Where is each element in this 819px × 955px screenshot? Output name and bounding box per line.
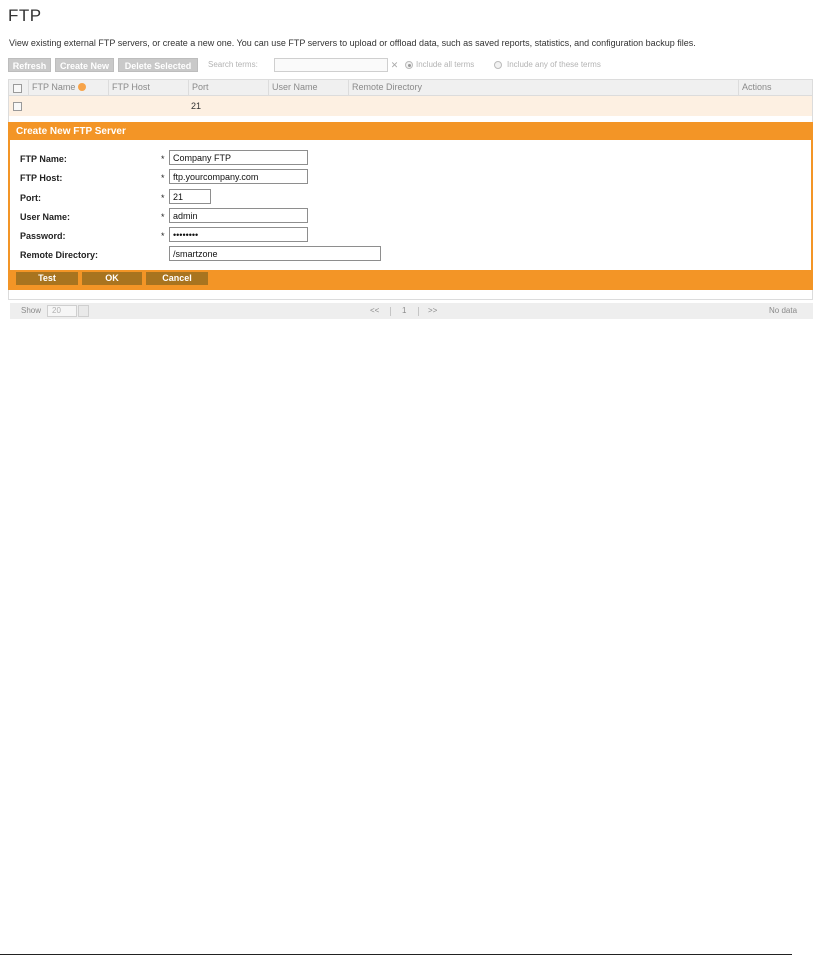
port-label: Port: [20, 193, 41, 203]
ok-button[interactable]: OK [82, 272, 142, 285]
table-row[interactable]: 21 [9, 96, 812, 116]
required-marker: * [161, 173, 165, 183]
include-all-terms-label: Include all terms [416, 60, 475, 69]
create-new-button[interactable]: Create New [55, 58, 114, 72]
ftp-host-input[interactable] [169, 169, 308, 184]
grid-toolbar: Refresh Create New Delete Selected Searc… [8, 58, 818, 72]
search-label: Search terms: [208, 60, 258, 69]
table-header: FTP Name FTP Host Port User Name Remote … [9, 80, 812, 96]
page-size-value: 20 [52, 306, 61, 315]
next-page-button[interactable]: >> [428, 303, 437, 319]
cancel-button[interactable]: Cancel [146, 272, 208, 285]
password-label: Password: [20, 231, 66, 241]
previous-page-button[interactable]: << [370, 303, 379, 319]
pager-status: No data [769, 306, 798, 315]
remote-directory-input[interactable] [169, 246, 381, 261]
show-label: Show [21, 306, 42, 315]
ftp-name-label: FTP Name: [20, 154, 67, 164]
column-header-ftp-name[interactable]: FTP Name [28, 80, 108, 95]
column-header-user-name[interactable]: User Name [268, 80, 348, 95]
form-button-bar: Test OK Cancel [10, 270, 811, 288]
user-name-input[interactable] [169, 208, 308, 223]
include-any-terms-radio[interactable] [494, 61, 502, 69]
refresh-button[interactable]: Refresh [8, 58, 51, 72]
required-marker: * [161, 154, 165, 164]
ftp-host-label: FTP Host: [20, 173, 63, 183]
column-header-remote-directory[interactable]: Remote Directory [348, 80, 738, 95]
user-name-label: User Name: [20, 212, 71, 222]
row-checkbox[interactable] [13, 102, 22, 111]
divider [390, 307, 391, 316]
sort-icon[interactable] [78, 82, 87, 91]
current-page[interactable]: 1 [402, 303, 406, 319]
page-title: FTP [8, 6, 42, 25]
divider [418, 307, 419, 316]
search-input[interactable] [274, 58, 388, 72]
page-description: View existing external FTP servers, or c… [9, 38, 696, 48]
remote-directory-label: Remote Directory: [20, 250, 99, 260]
pagination-bar: Show 20 << 1 >> No data [10, 303, 813, 319]
test-button[interactable]: Test [16, 272, 78, 285]
required-marker: * [161, 212, 165, 222]
create-ftp-server-form: Create New FTP Server FTP Name: * FTP Ho… [8, 122, 813, 290]
cell-port: 21 [191, 101, 202, 111]
x-icon[interactable]: ✕ [389, 58, 400, 72]
ftp-name-input[interactable] [169, 150, 308, 165]
form-title: Create New FTP Server [10, 124, 811, 140]
required-marker: * [161, 231, 165, 241]
column-header-ftp-host[interactable]: FTP Host [108, 80, 188, 95]
port-input[interactable] [169, 189, 211, 204]
password-input[interactable] [169, 227, 308, 242]
column-header-port[interactable]: Port [188, 80, 268, 95]
required-marker: * [161, 193, 165, 203]
include-all-terms-radio[interactable] [405, 61, 413, 69]
column-header-label: FTP Name [32, 82, 76, 92]
column-header-actions: Actions [738, 80, 812, 95]
delete-selected-button[interactable]: Delete Selected [118, 58, 198, 72]
include-any-terms-label: Include any of these terms [507, 60, 601, 69]
select-all-checkbox[interactable] [13, 84, 22, 93]
page-size-select[interactable]: 20 [47, 305, 77, 317]
chevron-down-icon[interactable] [78, 305, 89, 317]
